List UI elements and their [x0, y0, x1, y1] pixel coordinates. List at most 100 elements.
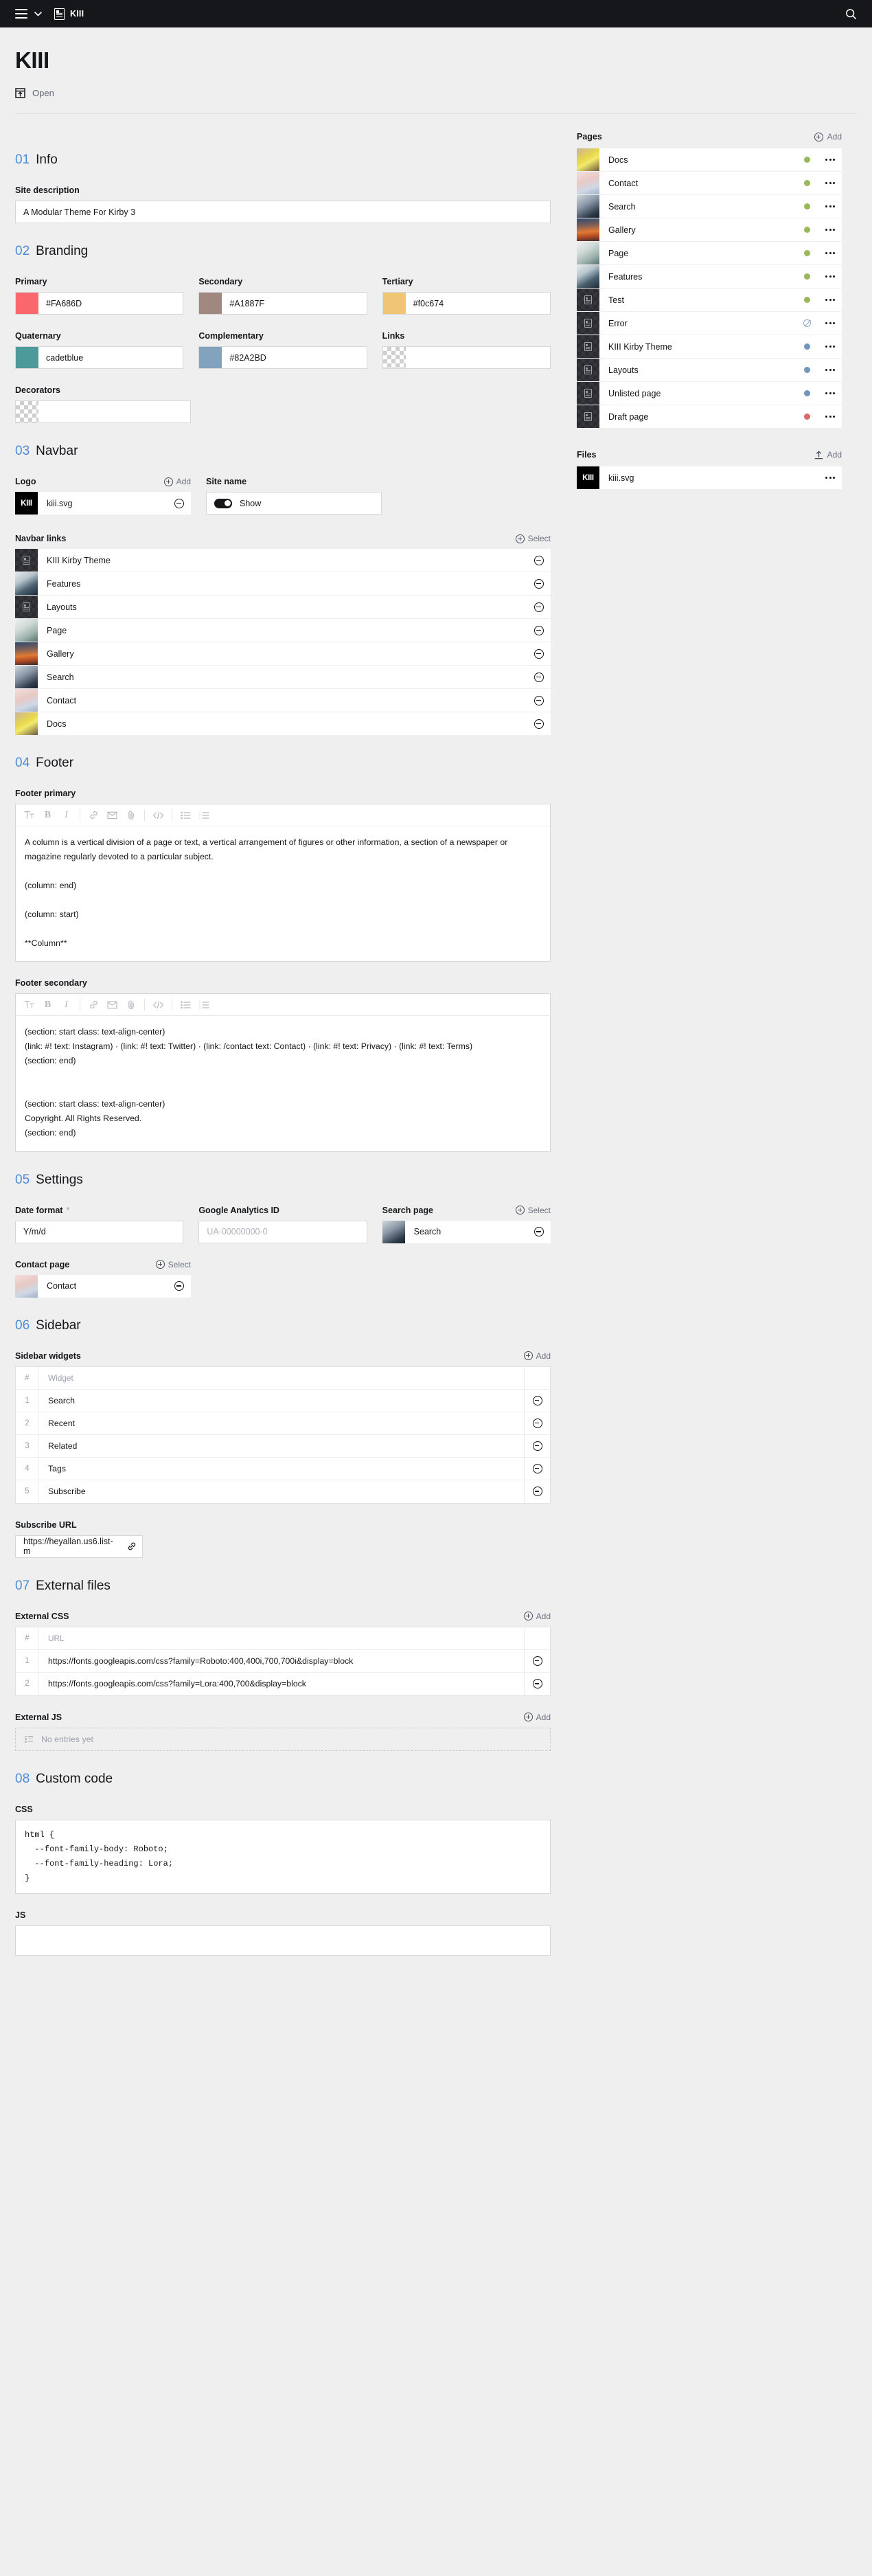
page-options-button[interactable] — [818, 346, 842, 348]
decorators-input[interactable] — [15, 400, 191, 424]
pages-add-button[interactable]: Add — [814, 132, 842, 142]
navbar-link-item[interactable]: Page — [15, 619, 551, 642]
breadcrumb[interactable]: KIII — [54, 8, 84, 20]
page-options-button[interactable] — [818, 159, 842, 161]
ordered-list-icon[interactable]: 123 — [195, 804, 214, 826]
page-list-item[interactable]: Unlisted page — [577, 382, 842, 405]
ordered-list-icon[interactable]: 123 — [195, 994, 214, 1016]
page-list-item[interactable]: Contact — [577, 172, 842, 195]
page-options-button[interactable] — [818, 229, 842, 231]
search-page-select-button[interactable]: Select — [515, 1206, 551, 1215]
css-remove-button[interactable] — [524, 1649, 550, 1672]
page-list-item[interactable]: Layouts — [577, 359, 842, 382]
navbar-link-remove-button[interactable] — [527, 625, 551, 635]
color-input-tertiary[interactable]: #f0c674 — [382, 292, 551, 315]
file-list-item[interactable]: KIII kiii.svg — [577, 466, 842, 490]
sitename-toggle[interactable] — [214, 498, 232, 508]
logo-remove-button[interactable] — [168, 492, 191, 515]
italic-icon[interactable]: I — [57, 994, 76, 1016]
navbar-link-remove-button[interactable] — [527, 719, 551, 729]
navbar-link-item[interactable]: KIII Kirby Theme — [15, 549, 551, 572]
files-add-button[interactable]: Add — [814, 450, 842, 460]
open-site-button[interactable]: Open — [15, 88, 857, 98]
navbar-links-select-button[interactable]: Select — [515, 534, 551, 543]
navbar-link-remove-button[interactable] — [527, 648, 551, 659]
logo-file-row[interactable]: KIII kiii.svg — [15, 492, 191, 515]
widget-remove-button[interactable] — [524, 1389, 550, 1412]
email-icon[interactable] — [103, 804, 122, 826]
search-icon[interactable] — [845, 8, 857, 20]
navbar-link-item[interactable]: Contact — [15, 689, 551, 712]
footer-secondary-textarea[interactable]: (section: start class: text-align-center… — [16, 1016, 550, 1151]
table-row[interactable]: 2 https://fonts.googleapis.com/css?family… — [16, 1672, 550, 1695]
navbar-link-remove-button[interactable] — [527, 602, 551, 612]
contact-page-row[interactable]: Contact — [15, 1274, 191, 1298]
color-input-secondary[interactable]: #A1887F — [198, 292, 367, 315]
bullet-list-icon[interactable] — [176, 804, 195, 826]
site-description-input[interactable]: A Modular Theme For Kirby 3 — [15, 201, 551, 224]
navbar-link-item[interactable]: Docs — [15, 712, 551, 736]
widget-remove-button[interactable] — [524, 1480, 550, 1503]
footer-secondary-editor[interactable]: BI 123 (section: start class: text-align-… — [15, 993, 551, 1152]
page-options-button[interactable] — [818, 322, 842, 325]
contact-page-remove-button[interactable] — [168, 1275, 191, 1298]
page-options-button[interactable] — [818, 182, 842, 185]
widget-remove-button[interactable] — [524, 1457, 550, 1480]
table-row[interactable]: 1 https://fonts.googleapis.com/css?family… — [16, 1649, 550, 1673]
page-list-item[interactable]: Page — [577, 242, 842, 265]
text-format-icon[interactable] — [20, 994, 38, 1016]
file-options-button[interactable] — [818, 477, 842, 479]
logo-add-button[interactable]: Add — [163, 477, 191, 486]
navbar-link-item[interactable]: Gallery — [15, 642, 551, 666]
chevron-down-icon[interactable] — [34, 11, 42, 16]
page-options-button[interactable] — [818, 299, 842, 302]
custom-css-editor[interactable]: html { --font-family-body: Roboto; --fon… — [15, 1819, 551, 1894]
page-list-item[interactable]: Docs — [577, 148, 842, 172]
color-input-quaternary[interactable]: cadetblue — [15, 346, 184, 370]
link-icon[interactable] — [127, 1541, 137, 1555]
hamburger-icon[interactable] — [15, 9, 27, 19]
widget-remove-button[interactable] — [524, 1434, 550, 1457]
page-options-button[interactable] — [818, 369, 842, 372]
page-list-item[interactable]: Test — [577, 289, 842, 312]
navbar-link-remove-button[interactable] — [527, 555, 551, 565]
table-row[interactable]: 3 Related — [16, 1434, 550, 1458]
navbar-link-item[interactable]: Features — [15, 572, 551, 596]
external-css-add-button[interactable]: Add — [523, 1612, 551, 1621]
page-list-item[interactable]: Error — [577, 312, 842, 335]
attachment-icon[interactable] — [122, 994, 140, 1016]
footer-primary-textarea[interactable]: A column is a vertical division of a pag… — [16, 826, 550, 961]
table-row[interactable]: 1 Search — [16, 1389, 550, 1412]
sitename-toggle-row[interactable]: Show — [206, 492, 382, 515]
table-row[interactable]: 4 Tags — [16, 1457, 550, 1480]
custom-js-editor[interactable] — [15, 1925, 551, 1956]
navbar-link-remove-button[interactable] — [527, 695, 551, 705]
subscribe-url-input[interactable]: https://heyallan.us6.list-m — [15, 1535, 143, 1558]
page-options-button[interactable] — [818, 252, 842, 255]
page-list-item[interactable]: Gallery — [577, 218, 842, 242]
contact-page-select-button[interactable]: Select — [155, 1260, 191, 1269]
text-format-icon[interactable] — [20, 804, 38, 826]
table-row[interactable]: 5 Subscribe — [16, 1480, 550, 1503]
page-options-button[interactable] — [818, 275, 842, 278]
link-icon[interactable] — [84, 804, 103, 826]
footer-primary-editor[interactable]: BI 123 A column is a vertical division of… — [15, 804, 551, 962]
google-analytics-input[interactable]: UA-00000000-0 — [198, 1220, 367, 1243]
bullet-list-icon[interactable] — [176, 994, 195, 1016]
color-input-links[interactable] — [382, 346, 551, 370]
code-icon[interactable] — [149, 804, 168, 826]
widget-remove-button[interactable] — [524, 1412, 550, 1434]
external-js-add-button[interactable]: Add — [523, 1713, 551, 1722]
navbar-link-remove-button[interactable] — [527, 672, 551, 682]
page-list-item[interactable]: Draft page — [577, 405, 842, 429]
sidebar-widgets-add-button[interactable]: Add — [523, 1351, 551, 1361]
link-icon[interactable] — [84, 994, 103, 1016]
email-icon[interactable] — [103, 994, 122, 1016]
italic-icon[interactable]: I — [57, 804, 76, 826]
page-options-button[interactable] — [818, 416, 842, 418]
page-list-item[interactable]: Features — [577, 265, 842, 289]
code-icon[interactable] — [149, 994, 168, 1016]
attachment-icon[interactable] — [122, 804, 140, 826]
color-input-complementary[interactable]: #82A2BD — [198, 346, 367, 370]
color-input-primary[interactable]: #FA686D — [15, 292, 184, 315]
